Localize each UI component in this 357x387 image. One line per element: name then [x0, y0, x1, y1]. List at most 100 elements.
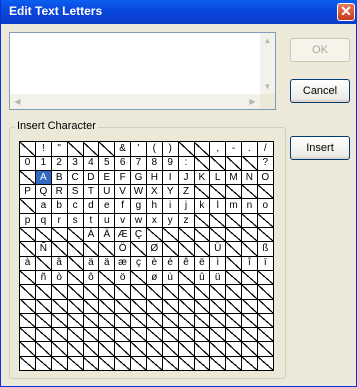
char-cell[interactable]: S: [67, 184, 84, 200]
char-cell[interactable]: è: [146, 256, 163, 271]
char-cell[interactable]: û: [194, 270, 211, 286]
char-cell[interactable]: /: [257, 142, 274, 157]
char-cell[interactable]: q: [35, 213, 52, 228]
char-cell[interactable]: ö: [115, 270, 132, 286]
char-cell[interactable]: R: [51, 184, 68, 200]
char-cell[interactable]: P: [20, 184, 37, 200]
char-cell[interactable]: ò: [51, 270, 68, 286]
cancel-button[interactable]: Cancel: [290, 79, 350, 103]
vertical-scrollbar[interactable]: ▲ ▼: [260, 33, 275, 94]
char-cell[interactable]: .: [241, 142, 258, 157]
char-cell[interactable]: I: [162, 170, 179, 186]
char-cell[interactable]: t: [83, 213, 100, 228]
char-cell[interactable]: j: [178, 199, 195, 214]
char-cell[interactable]: 8: [146, 156, 163, 171]
char-cell[interactable]: ê: [178, 256, 195, 271]
char-cell[interactable]: A: [35, 170, 52, 186]
scroll-left-icon[interactable]: ◀: [10, 94, 25, 109]
char-cell[interactable]: Ö: [115, 242, 132, 257]
scroll-right-icon[interactable]: ▶: [245, 94, 260, 109]
char-cell[interactable]: Y: [162, 184, 179, 200]
char-cell[interactable]: a: [35, 199, 52, 214]
char-cell[interactable]: X: [146, 184, 163, 200]
char-cell[interactable]: Ü: [210, 242, 227, 257]
char-cell[interactable]: Ä: [99, 227, 116, 243]
char-cell[interactable]: Ñ: [35, 242, 52, 257]
char-cell[interactable]: ï: [257, 256, 274, 271]
text-input[interactable]: ▲ ▼ ◀ ▶: [9, 32, 276, 110]
char-cell[interactable]: K: [194, 170, 211, 186]
char-cell[interactable]: ä: [99, 256, 116, 271]
char-cell[interactable]: 3: [67, 156, 84, 171]
char-cell[interactable]: 6: [115, 156, 132, 171]
char-cell[interactable]: ì: [210, 256, 227, 271]
scroll-down-icon[interactable]: ▼: [260, 79, 275, 94]
char-cell[interactable]: é: [162, 256, 179, 271]
char-cell[interactable]: z: [178, 213, 195, 228]
char-cell[interactable]: e: [99, 199, 116, 214]
char-cell[interactable]: î: [241, 256, 258, 271]
char-cell[interactable]: n: [241, 199, 258, 214]
char-cell[interactable]: ë: [194, 256, 211, 271]
horizontal-scrollbar[interactable]: ◀ ▶: [10, 94, 260, 109]
char-cell[interactable]: :: [178, 156, 195, 171]
char-cell[interactable]: s: [67, 213, 84, 228]
char-cell[interactable]: l: [210, 199, 227, 214]
char-cell[interactable]: ?: [257, 156, 274, 171]
char-cell[interactable]: ": [51, 142, 68, 157]
char-cell[interactable]: à: [20, 256, 37, 271]
char-cell[interactable]: 1: [35, 156, 52, 171]
char-cell[interactable]: D: [83, 170, 100, 186]
char-cell[interactable]: r: [51, 213, 68, 228]
char-cell[interactable]: C: [67, 170, 84, 186]
char-cell[interactable]: -: [226, 142, 243, 157]
char-cell[interactable]: v: [115, 213, 132, 228]
char-cell[interactable]: M: [226, 170, 243, 186]
char-cell[interactable]: &: [115, 142, 132, 157]
char-cell[interactable]: o: [257, 199, 274, 214]
char-cell[interactable]: ä: [83, 256, 100, 271]
char-cell[interactable]: F: [115, 170, 132, 186]
char-cell[interactable]: ü: [210, 270, 227, 286]
char-cell[interactable]: 5: [99, 156, 116, 171]
char-cell[interactable]: d: [83, 199, 100, 214]
char-cell[interactable]: y: [162, 213, 179, 228]
char-cell[interactable]: (: [146, 142, 163, 157]
char-cell[interactable]: ç: [130, 256, 147, 271]
char-cell[interactable]: H: [146, 170, 163, 186]
close-button[interactable]: ✕: [337, 3, 355, 21]
char-cell[interactable]: c: [67, 199, 84, 214]
char-cell[interactable]: 2: [51, 156, 68, 171]
char-cell[interactable]: ñ: [35, 270, 52, 286]
char-cell[interactable]: ': [130, 142, 147, 157]
char-cell[interactable]: Ç: [130, 227, 147, 243]
char-cell[interactable]: 9: [162, 156, 179, 171]
char-cell[interactable]: i: [162, 199, 179, 214]
char-cell[interactable]: f: [115, 199, 132, 214]
char-cell[interactable]: â: [51, 256, 68, 271]
char-cell[interactable]: w: [130, 213, 147, 228]
char-cell[interactable]: m: [226, 199, 243, 214]
char-cell[interactable]: J: [178, 170, 195, 186]
char-cell[interactable]: B: [51, 170, 68, 186]
char-cell[interactable]: V: [115, 184, 132, 200]
char-cell[interactable]: 0: [20, 156, 37, 171]
char-cell[interactable]: k: [194, 199, 211, 214]
char-cell[interactable]: ): [162, 142, 179, 157]
insert-button[interactable]: Insert: [290, 136, 350, 160]
char-cell[interactable]: N: [241, 170, 258, 186]
scroll-up-icon[interactable]: ▲: [260, 33, 275, 48]
char-cell[interactable]: L: [210, 170, 227, 186]
char-cell[interactable]: h: [146, 199, 163, 214]
char-cell[interactable]: O: [257, 170, 274, 186]
char-cell[interactable]: u: [99, 213, 116, 228]
char-cell[interactable]: æ: [115, 256, 132, 271]
char-cell[interactable]: p: [20, 213, 37, 228]
char-cell[interactable]: E: [99, 170, 116, 186]
char-cell[interactable]: U: [99, 184, 116, 200]
char-cell[interactable]: Q: [35, 184, 52, 200]
char-cell[interactable]: Æ: [115, 227, 132, 243]
char-cell[interactable]: G: [130, 170, 147, 186]
char-cell[interactable]: Ø: [146, 242, 163, 257]
char-cell[interactable]: W: [130, 184, 147, 200]
